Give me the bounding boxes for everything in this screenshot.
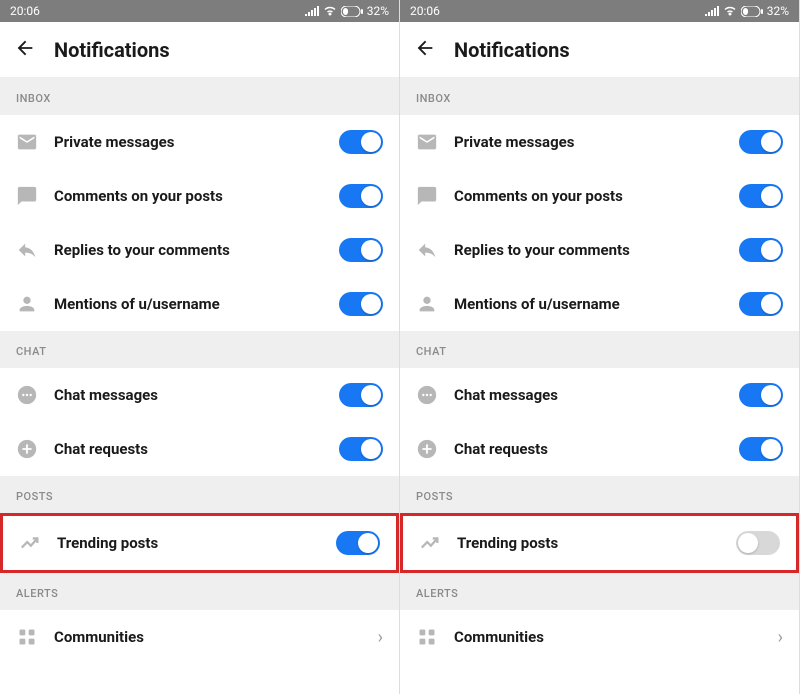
row-label: Mentions of u/username [54, 295, 323, 313]
signal-icon [705, 6, 719, 16]
chevron-right-icon: › [778, 627, 783, 648]
phone-screen-right: 20:06 32% Notifications INBOX Private me… [400, 0, 800, 694]
row-private-messages[interactable]: Private messages [0, 115, 399, 169]
row-label: Trending posts [457, 534, 720, 552]
row-label: Chat requests [54, 440, 323, 458]
battery-percent: 32% [367, 4, 389, 18]
section-inbox-header: INBOX [0, 78, 399, 115]
trending-icon [19, 532, 41, 554]
row-label: Private messages [54, 133, 323, 151]
row-label: Replies to your comments [454, 241, 723, 259]
toggle-chat-requests[interactable] [339, 437, 383, 461]
reply-icon [416, 239, 438, 261]
toggle-chat-messages[interactable] [339, 383, 383, 407]
status-bar: 20:06 32% [0, 0, 399, 22]
toggle-replies[interactable] [739, 238, 783, 262]
row-comments[interactable]: Comments on your posts [0, 169, 399, 223]
row-chat-messages[interactable]: Chat messages [400, 368, 799, 422]
toggle-trending-posts[interactable] [336, 531, 380, 555]
row-label: Private messages [454, 133, 723, 151]
row-comments[interactable]: Comments on your posts [400, 169, 799, 223]
row-trending-posts[interactable]: Trending posts [403, 516, 796, 570]
envelope-icon [416, 131, 438, 153]
phone-screen-left: 20:06 32% Notifications INBOX Private me… [0, 0, 400, 694]
envelope-icon [16, 131, 38, 153]
row-label: Communities [454, 628, 762, 646]
plus-circle-icon [416, 438, 438, 460]
chevron-right-icon: › [378, 627, 383, 648]
back-button[interactable] [14, 37, 36, 63]
row-label: Comments on your posts [454, 187, 723, 205]
toggle-replies[interactable] [339, 238, 383, 262]
row-communities[interactable]: Communities › [0, 610, 399, 664]
row-label: Chat requests [454, 440, 723, 458]
chat-bubble-icon [16, 384, 38, 406]
row-mentions[interactable]: Mentions of u/username [400, 277, 799, 331]
row-chat-requests[interactable]: Chat requests [0, 422, 399, 476]
section-posts-header: POSTS [0, 476, 399, 513]
chat-bubble-icon [416, 384, 438, 406]
row-label: Chat messages [54, 386, 323, 404]
status-time: 20:06 [10, 4, 40, 18]
section-chat-header: CHAT [400, 331, 799, 368]
grid-icon [416, 626, 438, 648]
toggle-private-messages[interactable] [339, 130, 383, 154]
row-replies[interactable]: Replies to your comments [400, 223, 799, 277]
row-label: Comments on your posts [54, 187, 323, 205]
battery-icon [341, 6, 363, 17]
highlight-trending: Trending posts [400, 513, 799, 573]
wifi-icon [323, 6, 337, 16]
toggle-private-messages[interactable] [739, 130, 783, 154]
section-alerts-header: ALERTS [400, 573, 799, 610]
page-title: Notifications [54, 38, 170, 62]
highlight-trending: Trending posts [0, 513, 399, 573]
toggle-comments[interactable] [339, 184, 383, 208]
trending-icon [419, 532, 441, 554]
status-indicators: 32% [305, 4, 389, 18]
grid-icon [16, 626, 38, 648]
toggle-chat-requests[interactable] [739, 437, 783, 461]
arrow-left-icon [414, 37, 436, 59]
person-icon [16, 293, 38, 315]
battery-percent: 32% [767, 4, 789, 18]
row-chat-messages[interactable]: Chat messages [0, 368, 399, 422]
row-trending-posts[interactable]: Trending posts [3, 516, 396, 570]
page-title: Notifications [454, 38, 570, 62]
reply-icon [16, 239, 38, 261]
status-bar: 20:06 32% [400, 0, 799, 22]
toggle-trending-posts[interactable] [736, 531, 780, 555]
row-mentions[interactable]: Mentions of u/username [0, 277, 399, 331]
toggle-mentions[interactable] [339, 292, 383, 316]
arrow-left-icon [14, 37, 36, 59]
row-replies[interactable]: Replies to your comments [0, 223, 399, 277]
status-indicators: 32% [705, 4, 789, 18]
section-chat-header: CHAT [0, 331, 399, 368]
comment-icon [16, 185, 38, 207]
section-inbox-header: INBOX [400, 78, 799, 115]
plus-circle-icon [16, 438, 38, 460]
app-bar: Notifications [0, 22, 399, 78]
toggle-comments[interactable] [739, 184, 783, 208]
section-alerts-header: ALERTS [0, 573, 399, 610]
row-label: Chat messages [454, 386, 723, 404]
person-icon [416, 293, 438, 315]
status-time: 20:06 [410, 4, 440, 18]
section-posts-header: POSTS [400, 476, 799, 513]
battery-icon [741, 6, 763, 17]
row-label: Communities [54, 628, 362, 646]
toggle-chat-messages[interactable] [739, 383, 783, 407]
row-label: Trending posts [57, 534, 320, 552]
row-label: Mentions of u/username [454, 295, 723, 313]
row-communities[interactable]: Communities › [400, 610, 799, 664]
toggle-mentions[interactable] [739, 292, 783, 316]
row-label: Replies to your comments [54, 241, 323, 259]
row-chat-requests[interactable]: Chat requests [400, 422, 799, 476]
row-private-messages[interactable]: Private messages [400, 115, 799, 169]
wifi-icon [723, 6, 737, 16]
signal-icon [305, 6, 319, 16]
back-button[interactable] [414, 37, 436, 63]
comment-icon [416, 185, 438, 207]
app-bar: Notifications [400, 22, 799, 78]
